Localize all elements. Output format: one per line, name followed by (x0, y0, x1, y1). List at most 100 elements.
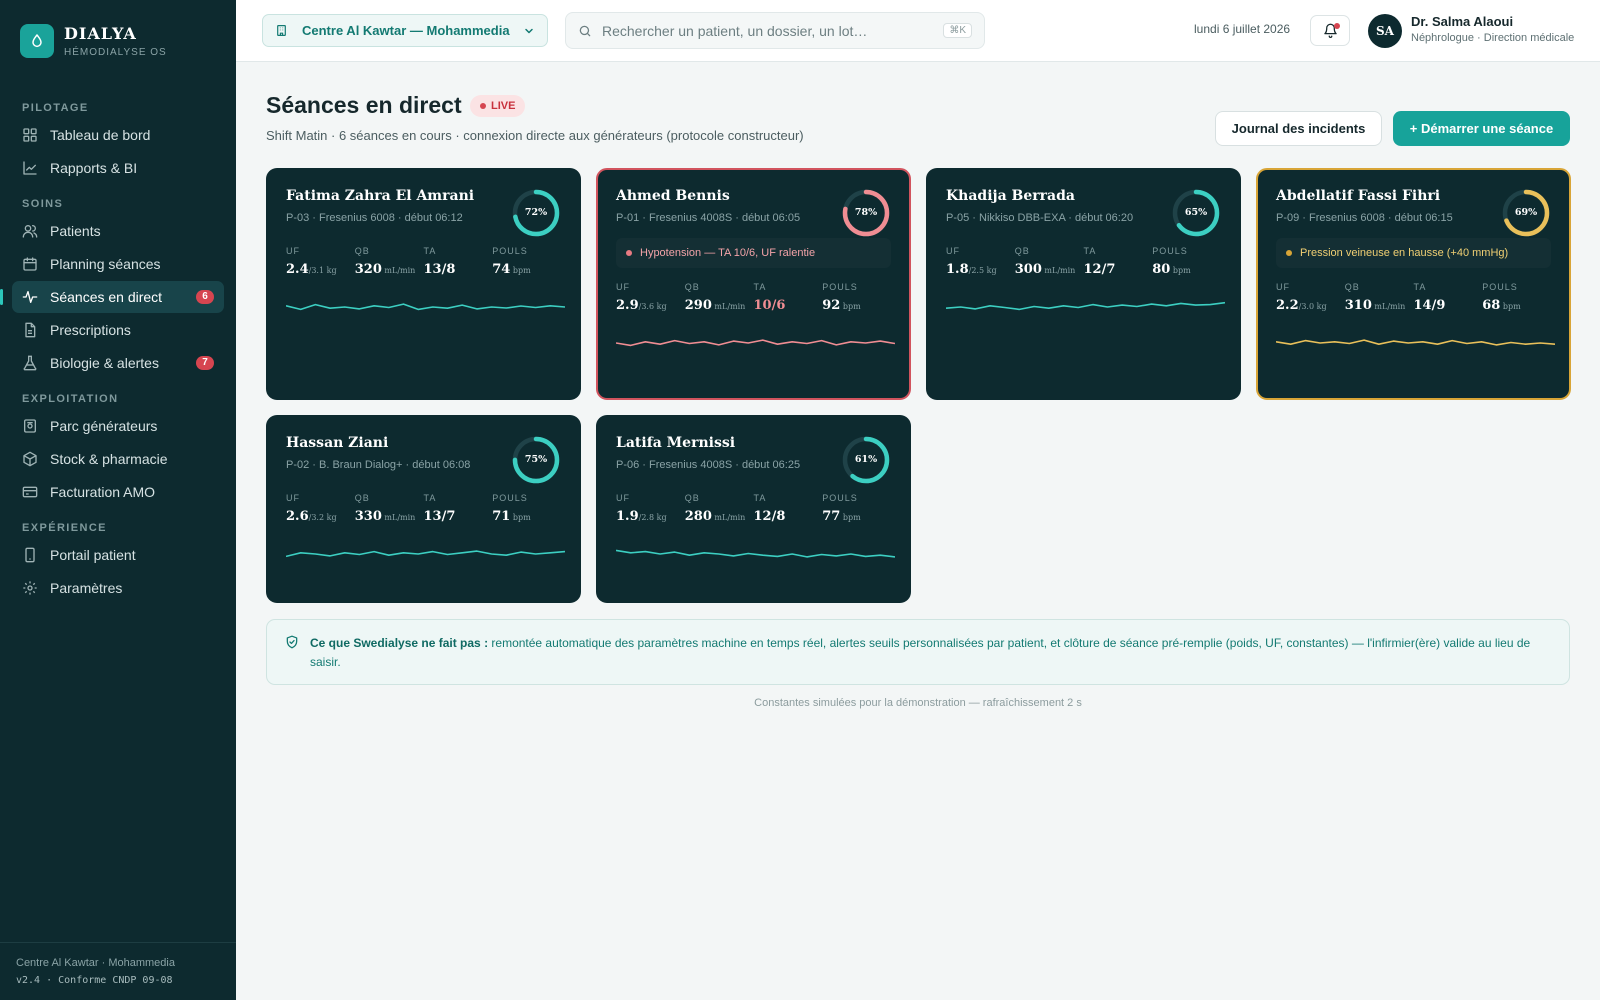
session-card[interactable]: Fatima Zahra El Amrani P-03 · Fresenius 6… (266, 168, 581, 400)
trend-line (946, 301, 1225, 311)
sidebar-item-biologie[interactable]: Biologie & alertes 7 (12, 347, 224, 379)
metric-uf: UF 1.9/2.8 kg (616, 493, 685, 524)
metric-label: TA (423, 493, 437, 503)
live-dot (480, 103, 486, 109)
pouls-value: 80 (1152, 262, 1171, 277)
metric-value: 71 bpm (492, 509, 561, 524)
note-text: remontée automatique des paramètres mach… (310, 636, 1531, 669)
metric-ta: TA 13/8 (424, 246, 493, 277)
search-icon (579, 25, 591, 36)
notifications-button[interactable] (1310, 15, 1350, 46)
search-bar[interactable]: ⌘K (565, 12, 985, 49)
metric-pouls: POULS 74 bpm (492, 246, 561, 277)
session-card[interactable]: Hassan Ziani P-02 · B. Braun Dialog+ · dé… (266, 415, 581, 603)
unit: kg (324, 513, 337, 522)
session-card[interactable]: Abdellatif Fassi Fihri P-09 · Fresenius 6… (1256, 168, 1571, 400)
session-card[interactable]: Khadija Berrada P-05 · Nikkiso DBB-EXA · … (926, 168, 1241, 400)
metric-label: UF (946, 246, 960, 256)
pouls-value: 92 (822, 298, 841, 313)
sidebar-item-tableau-de-bord[interactable]: Tableau de bord (12, 119, 224, 151)
ta-value: 12/8 (753, 509, 786, 524)
metric-uf: UF 1.8/2.5 kg (946, 246, 1015, 277)
sidebar-item-planning[interactable]: Planning séances (12, 248, 224, 280)
brand-subtitle: HÉMODIALYSE OS (64, 47, 167, 58)
notification-dot (1334, 23, 1340, 29)
sidebar-item-label: Parc générateurs (50, 418, 158, 434)
sidebar-item-prescriptions[interactable]: Prescriptions (12, 314, 224, 346)
building-icon (277, 25, 286, 36)
session-card[interactable]: Ahmed Bennis P-01 · Fresenius 4008S · déb… (596, 168, 911, 400)
metric-value: 300 mL/min (1015, 262, 1084, 277)
brand-name: DIALYA (64, 24, 137, 43)
sidebar-item-label: Prescriptions (50, 322, 131, 338)
unit: bpm (510, 513, 531, 522)
alert-banner[interactable]: Pression veineuse en hausse (+40 mmHg) (1276, 238, 1551, 268)
uf-target: 3.0 (1301, 302, 1315, 311)
start-session-button[interactable]: + Démarrer une séance (1393, 111, 1570, 146)
metric-qb: QB 310 mL/min (1345, 282, 1414, 313)
sidebar-item-parc-generateurs[interactable]: Parc générateurs (12, 410, 224, 442)
sidebar-item-rapports[interactable]: Rapports & BI (12, 152, 224, 184)
drop-icon (20, 24, 54, 58)
patient-name: Fatima Zahra El Amrani (286, 188, 475, 204)
brand[interactable]: DIALYA HÉMODIALYSE OS (20, 24, 167, 58)
progress-label: 78% (854, 207, 878, 218)
patient-name: Latifa Mernissi (616, 435, 736, 451)
alert-text: Pression veineuse en hausse (+40 mmHg) (1300, 247, 1509, 259)
sidebar-item-facturation[interactable]: Facturation AMO (12, 476, 224, 508)
sidebar-item-patients[interactable]: Patients (12, 215, 224, 247)
nav-section-title: EXPLOITATION (22, 393, 119, 405)
user-name[interactable]: Dr. Salma Alaoui (1411, 14, 1513, 29)
metric-label: QB (684, 493, 700, 503)
nav-section-title: SOINS (22, 198, 64, 210)
uf-target: 2.8 (641, 513, 655, 522)
avatar[interactable]: SA (1368, 14, 1402, 48)
metric-label: QB (684, 282, 700, 292)
document-icon (25, 322, 36, 338)
progress-label: 75% (524, 454, 548, 465)
metric-label: TA (423, 246, 437, 256)
center-selector[interactable]: Centre Al Kawtar — Mohammedia (262, 14, 548, 47)
nav-section-title: EXPÉRIENCE (22, 522, 107, 534)
progress-ring: 61% (841, 435, 891, 485)
trend-sparkline (616, 549, 895, 558)
pouls-value: 77 (822, 509, 841, 524)
progress-label: 65% (1184, 207, 1208, 218)
sidebar-item-portail-patient[interactable]: Portail patient (12, 539, 224, 571)
alert-banner[interactable]: Hypotension — TA 10/6, UF ralentie (616, 238, 891, 268)
current-date: lundi 6 juillet 2026 (1194, 22, 1291, 36)
metric-uf: UF 2.9/3.6 kg (616, 282, 685, 313)
metric-label: TA (1083, 246, 1097, 256)
search-input[interactable] (602, 22, 944, 39)
sidebar-item-parametres[interactable]: Paramètres (12, 572, 224, 604)
sidebar-item-stock[interactable]: Stock & pharmacie (12, 443, 224, 475)
grid-icon (23, 128, 37, 142)
live-badge: LIVE (470, 95, 526, 117)
session-card[interactable]: Latifa Mernissi P-06 · Fresenius 4008S · … (596, 415, 911, 603)
metrics-row: UF 2.9/3.6 kg QB 290 mL/min TA 10/6 POULS 92 bp… (616, 282, 891, 313)
unit: kg (324, 266, 337, 275)
flask-icon (23, 355, 37, 371)
uf-value: 2.2 (1276, 298, 1299, 313)
progress-ring: 65% (1171, 188, 1221, 238)
metric-value: 310 mL/min (1345, 298, 1414, 313)
progress-ring: 75% (511, 435, 561, 485)
nav-section-title: PILOTAGE (22, 102, 89, 114)
patient-name: Ahmed Bennis (616, 188, 730, 204)
incident-log-button[interactable]: Journal des incidents (1215, 111, 1382, 146)
metrics-row: UF 1.9/2.8 kg QB 280 mL/min TA 12/8 POULS 77 bp… (616, 493, 891, 524)
uf-value: 1.9 (616, 509, 639, 524)
metrics-row: UF 2.2/3.0 kg QB 310 mL/min TA 14/9 POULS 68 bp… (1276, 282, 1551, 313)
uf-target: 3.1 (311, 266, 325, 275)
metric-pouls: POULS 71 bpm (492, 493, 561, 524)
sidebar-nav: PILOTAGE Tableau de bord Rapports & BI S… (0, 92, 224, 604)
center-label: Centre Al Kawtar — Mohammedia (302, 23, 510, 38)
footer-center: Centre Al Kawtar · Mohammedia (16, 957, 175, 969)
sidebar-item-seances-en-direct[interactable]: Séances en direct 6 (0, 281, 224, 313)
metric-label: UF (1276, 282, 1290, 292)
trend-line (1276, 339, 1555, 346)
progress-ring: 78% (841, 188, 891, 238)
unit: kg (984, 266, 997, 275)
search-shortcut: ⌘K (943, 23, 972, 38)
metric-ta: TA 13/7 (424, 493, 493, 524)
